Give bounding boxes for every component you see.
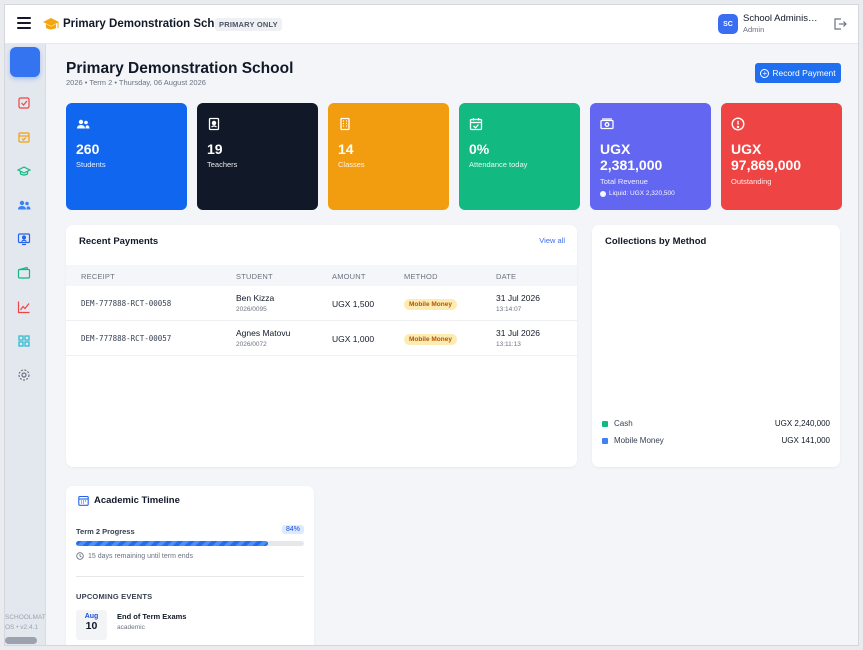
sidebar: SCHOOLMAT OS • v2.4.1 xyxy=(5,44,46,645)
page-subtitle: 2026 • Term 2 • Thursday, 06 August 2026 xyxy=(66,78,206,87)
legend-swatch xyxy=(602,438,608,444)
plus-circle-icon: + xyxy=(760,68,770,78)
days-remaining: 15 days remaining until term ends xyxy=(76,552,193,560)
stat-value: UGX 97,869,000 xyxy=(731,141,802,173)
collections-card: Collections by Method Cash UGX 2,240,000… xyxy=(592,225,840,467)
stat-card-students[interactable]: 260 Students xyxy=(66,103,187,210)
stat-label: Teachers xyxy=(207,160,238,169)
table-row[interactable]: DEM-777888-RCT-00058 Ben Kizza 2026/0095… xyxy=(66,286,577,321)
id-badge-icon xyxy=(208,117,220,131)
sidebar-scrollbar[interactable] xyxy=(5,637,37,644)
payment-time: 13:11:13 xyxy=(496,341,521,348)
top-bar: Primary Demonstration School PRIMARY ONL… xyxy=(5,5,858,44)
app-window: Primary Demonstration School PRIMARY ONL… xyxy=(4,4,859,646)
stat-label: Outstanding xyxy=(731,177,772,186)
grid-icon[interactable] xyxy=(17,334,31,348)
stat-value: 260 xyxy=(76,141,100,157)
cash-icon xyxy=(600,118,614,130)
graduation-cap-icon[interactable] xyxy=(17,164,31,178)
stat-label: Students xyxy=(76,160,106,169)
table-row[interactable]: DEM-777888-RCT-00057 Agnes Matovu 2026/0… xyxy=(66,321,577,356)
sidebar-item-dashboard[interactable] xyxy=(10,47,40,77)
alert-circle-icon xyxy=(731,117,745,131)
event-category: academic xyxy=(117,624,145,631)
stat-label: Attendance today xyxy=(469,160,528,169)
stat-value: 19 xyxy=(207,141,223,157)
stat-card-total-revenue[interactable]: UGX 2,381,000 Total Revenue Liquid: UGX 2… xyxy=(590,103,711,210)
column-header[interactable]: STUDENT xyxy=(236,272,273,281)
receipt-number: DEM-777888-RCT-00057 xyxy=(81,334,172,343)
wallet-icon[interactable] xyxy=(17,266,31,280)
recent-payments-card: Recent Payments View all RECEIPT STUDENT… xyxy=(66,225,577,467)
student-id: 2026/0072 xyxy=(236,341,267,348)
student-id: 2026/0095 xyxy=(236,306,267,313)
clock-icon xyxy=(76,552,84,560)
stat-value: 14 xyxy=(338,141,354,157)
student-name: Ben Kizza xyxy=(236,293,275,303)
stat-card-attendance[interactable]: 0% Attendance today xyxy=(459,103,580,210)
user-name[interactable]: School Administrator xyxy=(743,13,819,24)
stat-value: 0% xyxy=(469,141,490,157)
menu-icon[interactable] xyxy=(17,17,31,29)
method-badge: Mobile Money xyxy=(404,299,457,310)
term-progress-bar xyxy=(76,541,304,546)
student-name: Agnes Matovu xyxy=(236,328,291,338)
stat-value: UGX 2,381,000 xyxy=(600,141,663,173)
progress-fill xyxy=(76,541,268,546)
upcoming-events-heading: UPCOMING EVENTS xyxy=(76,592,153,601)
calendar-icon xyxy=(78,495,89,506)
column-header[interactable]: METHOD xyxy=(404,272,438,281)
settings-icon[interactable] xyxy=(17,368,31,382)
building-icon xyxy=(340,117,350,131)
column-header[interactable]: RECEIPT xyxy=(81,272,115,281)
view-all-link[interactable]: View all xyxy=(539,236,565,245)
payment-date: 31 Jul 2026 xyxy=(496,328,540,338)
stat-label: Total Revenue xyxy=(600,177,648,186)
stat-card-classes[interactable]: 14 Classes xyxy=(328,103,449,210)
progress-label: Term 2 Progress xyxy=(76,527,135,536)
stat-card-teachers[interactable]: 19 Teachers xyxy=(197,103,318,210)
avatar[interactable]: SC xyxy=(718,14,738,34)
stat-label: Classes xyxy=(338,160,365,169)
check-square-icon[interactable] xyxy=(17,96,31,110)
user-role: Admin xyxy=(743,25,765,34)
logout-icon[interactable] xyxy=(833,17,847,31)
table-header: RECEIPT STUDENT AMOUNT METHOD DATE xyxy=(66,265,577,286)
version-text: SCHOOLMAT OS • v2.4.1 xyxy=(5,614,46,631)
school-name: Primary Demonstration School xyxy=(63,18,232,30)
users-icon[interactable] xyxy=(17,198,31,212)
payment-date: 31 Jul 2026 xyxy=(496,293,540,303)
receipt-number: DEM-777888-RCT-00058 xyxy=(81,299,172,308)
teacher-board-icon[interactable] xyxy=(17,232,31,246)
event-date-box: Aug 10 xyxy=(76,610,107,640)
calendar-check-icon xyxy=(469,118,483,131)
payment-time: 13:14:07 xyxy=(496,306,522,313)
amount: UGX 1,500 xyxy=(332,299,375,309)
graduation-cap-logo-icon xyxy=(43,18,59,30)
tier-badge: PRIMARY ONLY xyxy=(215,18,282,31)
divider xyxy=(76,576,304,577)
calendar-icon[interactable] xyxy=(17,130,31,144)
page-title: Primary Demonstration School xyxy=(66,60,294,77)
legend-swatch xyxy=(602,421,608,427)
event-name[interactable]: End of Term Exams xyxy=(117,612,186,621)
progress-percent-badge: 84% xyxy=(282,525,305,534)
column-header[interactable]: DATE xyxy=(496,272,516,281)
method-badge: Mobile Money xyxy=(404,334,457,345)
liquid-note: Liquid: UGX 2,320,500 xyxy=(600,190,675,197)
card-title: Academic Timeline xyxy=(94,495,180,506)
stat-card-outstanding[interactable]: UGX 97,869,000 Outstanding xyxy=(721,103,842,210)
line-chart-icon[interactable] xyxy=(17,300,31,314)
record-payment-button[interactable]: + Record Payment xyxy=(755,63,841,83)
column-header[interactable]: AMOUNT xyxy=(332,272,366,281)
academic-timeline-card: Academic Timeline Term 2 Progress 84% 15… xyxy=(66,486,314,645)
users-icon xyxy=(77,119,90,129)
amount: UGX 1,000 xyxy=(332,334,375,344)
card-title: Recent Payments xyxy=(79,236,159,247)
card-title: Collections by Method xyxy=(605,236,707,247)
